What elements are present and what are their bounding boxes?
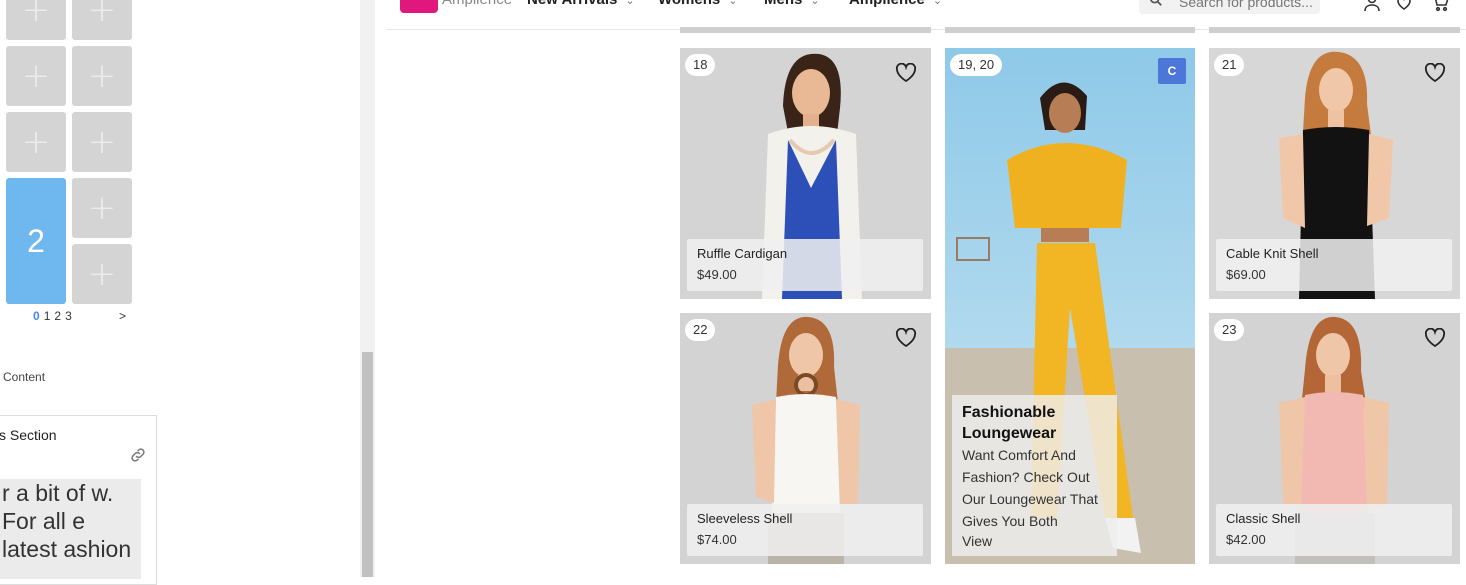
product-info: Ruffle Cardigan $49.00 <box>687 239 923 291</box>
wishlist-heart-icon[interactable] <box>1424 63 1446 83</box>
product-card[interactable]: 22 Sleeveless Shell $74.00 <box>680 313 931 564</box>
product-price: $49.00 <box>697 267 737 282</box>
nav-womens[interactable]: Womens⌄ <box>658 0 737 8</box>
product-name: Sleeveless Shell <box>697 511 793 526</box>
link-icon[interactable] <box>129 446 147 464</box>
product-info: Cable Knit Shell $69.00 <box>1216 239 1452 291</box>
empty-slot[interactable]: + <box>72 112 132 172</box>
slot-number-badge: 23 <box>1214 319 1245 341</box>
empty-slot[interactable]: + <box>72 178 132 238</box>
product-price: $74.00 <box>697 532 737 547</box>
pager-page[interactable]: 1 <box>44 309 52 323</box>
slot-pager: 0123 <box>33 309 76 323</box>
plus-icon: + <box>21 122 51 162</box>
nav-amplience[interactable]: Amplience⌄ <box>849 0 942 8</box>
product-tile-partial <box>945 27 1195 33</box>
search-box[interactable] <box>1139 0 1321 14</box>
section-title: s Section <box>0 427 57 443</box>
search-input[interactable] <box>1177 0 1321 11</box>
plus-icon: + <box>87 56 117 96</box>
pager-page[interactable]: 2 <box>54 309 62 323</box>
plus-icon: + <box>21 0 51 30</box>
wishlist-heart-icon[interactable] <box>1424 328 1446 348</box>
content-label: Content <box>3 370 46 384</box>
product-name: Classic Shell <box>1226 511 1301 526</box>
empty-slot[interactable]: + <box>6 46 66 106</box>
content-type-badge: C <box>1158 58 1186 84</box>
chevron-down-icon: ⌄ <box>932 0 943 7</box>
slot-number-badge: 21 <box>1214 54 1245 76</box>
brand-name[interactable]: Amplience <box>442 0 512 8</box>
product-info: Sleeveless Shell $74.00 <box>687 504 923 556</box>
empty-slot[interactable]: + <box>72 244 132 304</box>
cart-icon[interactable] <box>1431 0 1449 12</box>
product-tile-partial <box>680 27 931 33</box>
product-name: Cable Knit Shell <box>1226 246 1319 261</box>
pager-page[interactable]: 0 <box>33 309 41 323</box>
scrollbar-thumb[interactable] <box>362 352 373 577</box>
product-card[interactable]: 21 Cable Knit Shell $69.00 <box>1209 48 1460 299</box>
product-tile-partial <box>1209 27 1460 33</box>
empty-slot[interactable]: + <box>6 0 66 40</box>
chevron-down-icon: ⌄ <box>728 0 738 7</box>
plus-icon: + <box>87 188 117 228</box>
user-icon[interactable] <box>1363 0 1381 12</box>
wishlist-heart-icon[interactable] <box>895 63 917 83</box>
brand-logo[interactable] <box>400 0 438 13</box>
pager-next-button[interactable]: > <box>119 309 126 323</box>
product-name: Ruffle Cardigan <box>697 246 788 261</box>
plus-icon: + <box>87 122 117 162</box>
slot-number-badge: 22 <box>685 319 716 341</box>
empty-slot[interactable]: + <box>72 46 132 106</box>
pager-page[interactable]: 3 <box>65 309 73 323</box>
promo-text-box: Fashionable Loungewear Want Comfort And … <box>952 395 1117 556</box>
heart-icon[interactable] <box>1395 0 1413 12</box>
product-info: Classic Shell $42.00 <box>1216 504 1452 556</box>
top-navigation: Amplience New Arrivals⌄ Womens⌄ Mens⌄ Am… <box>387 0 1466 30</box>
empty-slot[interactable]: + <box>6 112 66 172</box>
plus-icon: + <box>87 0 117 30</box>
editor-panel: + + + + + + 2 + + 0123 > Content s Secti… <box>0 0 375 585</box>
slot-number-badge: 18 <box>685 54 716 76</box>
chevron-down-icon: ⌄ <box>810 0 820 7</box>
product-card[interactable]: 23 Classic Shell $42.00 <box>1209 313 1460 564</box>
plus-icon: + <box>87 254 117 294</box>
section-card[interactable]: s Section r a bit of w. For all e latest… <box>0 415 157 585</box>
product-card[interactable]: 18 Ruffle Cardigan $49.00 <box>680 48 931 299</box>
promo-view-link[interactable]: View <box>962 533 992 549</box>
section-preview-text: r a bit of w. For all e latest ashion <box>0 479 141 579</box>
nav-mens[interactable]: Mens⌄ <box>764 0 820 8</box>
search-icon <box>1150 0 1162 6</box>
product-price: $42.00 <box>1226 532 1266 547</box>
wishlist-heart-icon[interactable] <box>895 328 917 348</box>
chevron-down-icon: ⌄ <box>625 0 635 7</box>
promo-title: Fashionable Loungewear <box>962 404 1057 442</box>
nav-new-arrivals[interactable]: New Arrivals⌄ <box>527 0 635 8</box>
empty-slot[interactable]: + <box>72 0 132 40</box>
promo-card[interactable]: 19, 20 C Fashionable Loungewear Want Com… <box>945 48 1195 564</box>
active-slot[interactable]: 2 <box>6 178 66 304</box>
store-preview: Amplience New Arrivals⌄ Womens⌄ Mens⌄ Am… <box>387 0 1466 577</box>
slot-number-badge: 19, 20 <box>950 54 1003 76</box>
promo-description: Want Comfort And Fashion? Check Out Our … <box>962 447 1098 529</box>
plus-icon: + <box>21 56 51 96</box>
product-price: $69.00 <box>1226 267 1266 282</box>
